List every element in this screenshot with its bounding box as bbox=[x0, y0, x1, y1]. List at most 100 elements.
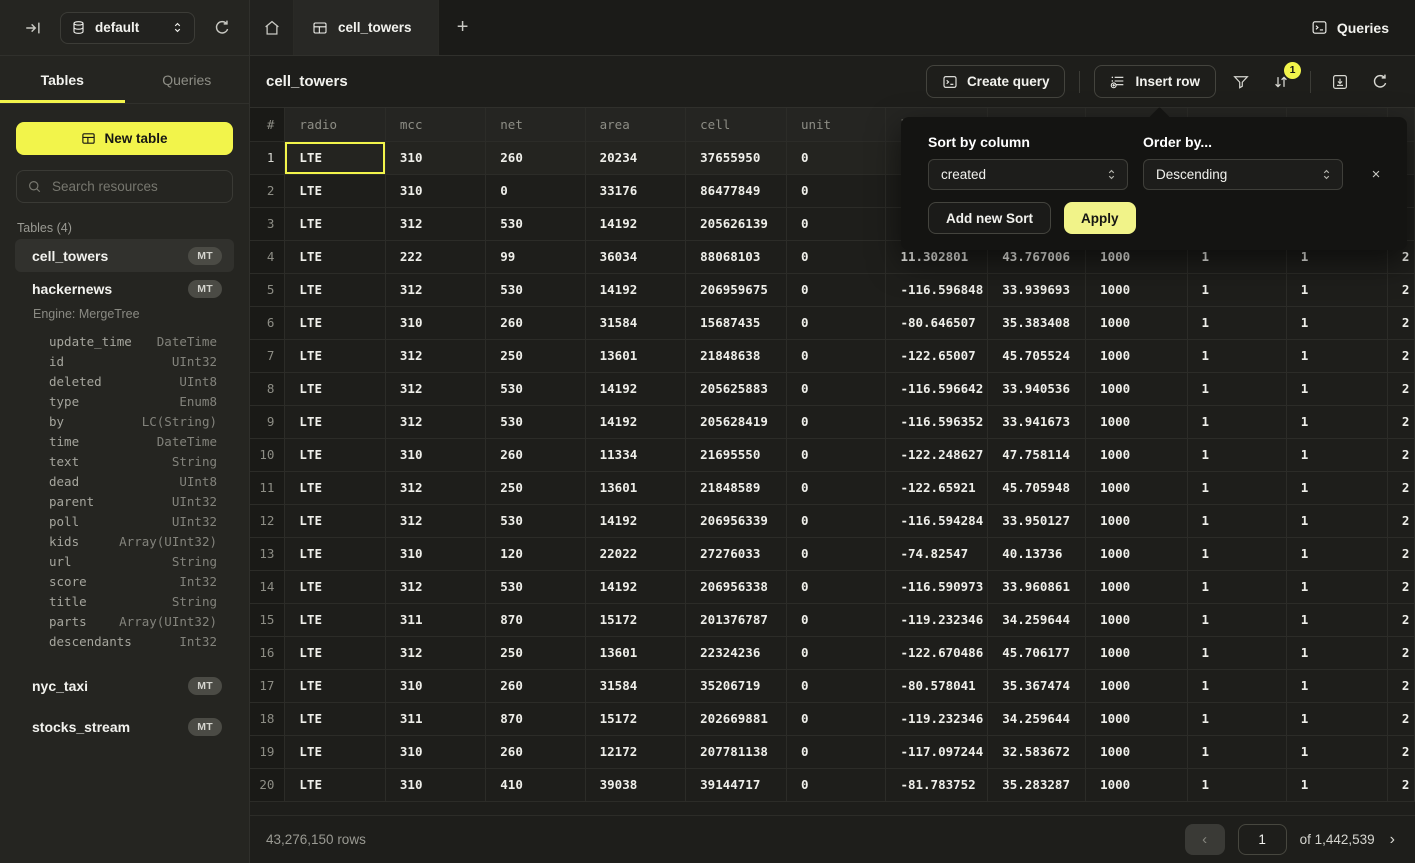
data-cell[interactable]: 39144717 bbox=[686, 768, 787, 801]
data-cell[interactable]: LTE bbox=[285, 207, 386, 240]
data-cell[interactable]: 1 bbox=[1286, 735, 1387, 768]
data-cell[interactable]: 2 bbox=[1387, 405, 1414, 438]
data-cell[interactable]: 1 bbox=[1286, 603, 1387, 636]
data-cell[interactable]: -116.596352 bbox=[886, 405, 988, 438]
data-cell[interactable]: 14192 bbox=[585, 405, 686, 438]
data-cell[interactable]: 310 bbox=[385, 537, 485, 570]
data-cell[interactable]: 2 bbox=[1387, 768, 1414, 801]
data-cell[interactable]: 530 bbox=[486, 207, 585, 240]
data-cell[interactable]: 530 bbox=[486, 504, 585, 537]
data-cell[interactable]: 2 bbox=[1387, 471, 1414, 504]
data-cell[interactable]: 1 bbox=[1187, 702, 1286, 735]
data-cell[interactable]: 260 bbox=[486, 141, 585, 174]
data-cell[interactable]: 250 bbox=[486, 636, 585, 669]
data-cell[interactable]: 20234 bbox=[585, 141, 686, 174]
data-cell[interactable]: 1000 bbox=[1086, 570, 1187, 603]
data-cell[interactable]: 312 bbox=[385, 570, 485, 603]
data-cell[interactable]: 21695550 bbox=[686, 438, 787, 471]
data-cell[interactable]: 205628419 bbox=[686, 405, 787, 438]
data-cell[interactable]: 310 bbox=[385, 669, 485, 702]
data-cell[interactable]: 0 bbox=[786, 240, 885, 273]
data-cell[interactable]: 27276033 bbox=[686, 537, 787, 570]
data-cell[interactable]: 1 bbox=[1286, 669, 1387, 702]
data-cell[interactable]: 1 bbox=[1187, 768, 1286, 801]
data-cell[interactable]: 0 bbox=[786, 471, 885, 504]
data-cell[interactable]: -74.82547 bbox=[886, 537, 988, 570]
data-cell[interactable]: 310 bbox=[385, 438, 485, 471]
data-cell[interactable]: 311 bbox=[385, 702, 485, 735]
data-cell[interactable]: 45.706177 bbox=[988, 636, 1086, 669]
new-table-button[interactable]: New table bbox=[16, 122, 233, 155]
data-cell[interactable]: 14192 bbox=[585, 207, 686, 240]
data-cell[interactable]: 1000 bbox=[1086, 438, 1187, 471]
data-cell[interactable]: 1 bbox=[1187, 735, 1286, 768]
data-cell[interactable]: LTE bbox=[285, 174, 386, 207]
data-cell[interactable]: 206956339 bbox=[686, 504, 787, 537]
data-cell[interactable]: 410 bbox=[486, 768, 585, 801]
data-cell[interactable]: 207781138 bbox=[686, 735, 787, 768]
data-cell[interactable]: 2 bbox=[1387, 273, 1414, 306]
sidebar-table-item-hackernews[interactable]: hackernewsMT bbox=[15, 272, 234, 305]
data-cell[interactable]: 310 bbox=[385, 735, 485, 768]
data-cell[interactable]: 530 bbox=[486, 273, 585, 306]
sidebar-table-item-stocks_stream[interactable]: stocks_streamMT bbox=[15, 710, 234, 743]
data-cell[interactable]: 1 bbox=[1286, 537, 1387, 570]
data-cell[interactable]: 202669881 bbox=[686, 702, 787, 735]
data-cell[interactable]: 40.13736 bbox=[988, 537, 1086, 570]
database-selector[interactable]: default bbox=[60, 12, 195, 44]
data-cell[interactable]: 11334 bbox=[585, 438, 686, 471]
data-cell[interactable]: 0 bbox=[786, 735, 885, 768]
create-query-button[interactable]: Create query bbox=[926, 65, 1066, 98]
data-cell[interactable]: 1 bbox=[1286, 306, 1387, 339]
refresh-databases-button[interactable] bbox=[209, 15, 235, 41]
data-cell[interactable]: LTE bbox=[285, 438, 386, 471]
data-cell[interactable]: 32.583672 bbox=[988, 735, 1086, 768]
data-cell[interactable]: 312 bbox=[385, 273, 485, 306]
data-cell[interactable]: 1 bbox=[1286, 339, 1387, 372]
data-cell[interactable]: -119.232346 bbox=[886, 603, 988, 636]
data-cell[interactable]: 530 bbox=[486, 570, 585, 603]
data-cell[interactable]: 45.705524 bbox=[988, 339, 1086, 372]
data-cell[interactable]: 222 bbox=[385, 240, 485, 273]
data-cell[interactable]: -80.578041 bbox=[886, 669, 988, 702]
data-cell[interactable]: 250 bbox=[486, 471, 585, 504]
data-cell[interactable]: 1 bbox=[1187, 306, 1286, 339]
data-cell[interactable]: 15172 bbox=[585, 702, 686, 735]
data-cell[interactable]: 312 bbox=[385, 372, 485, 405]
data-cell[interactable]: LTE bbox=[285, 339, 386, 372]
data-cell[interactable]: 2 bbox=[1387, 504, 1414, 537]
data-cell[interactable]: 530 bbox=[486, 405, 585, 438]
data-cell[interactable]: 1000 bbox=[1086, 636, 1187, 669]
data-cell[interactable]: -80.646507 bbox=[886, 306, 988, 339]
data-cell[interactable]: 34.259644 bbox=[988, 702, 1086, 735]
sidebar-tab-queries[interactable]: Queries bbox=[125, 56, 250, 103]
tab-cell-towers[interactable]: cell_towers bbox=[294, 0, 439, 55]
data-cell[interactable]: 0 bbox=[786, 141, 885, 174]
data-cell[interactable]: -122.670486 bbox=[886, 636, 988, 669]
data-cell[interactable]: 14192 bbox=[585, 273, 686, 306]
data-cell[interactable]: 312 bbox=[385, 339, 485, 372]
data-cell[interactable]: -122.248627 bbox=[886, 438, 988, 471]
data-cell[interactable]: 2 bbox=[1387, 570, 1414, 603]
data-cell[interactable]: LTE bbox=[285, 306, 386, 339]
data-cell[interactable]: 0 bbox=[786, 207, 885, 240]
data-cell[interactable]: 1 bbox=[1286, 405, 1387, 438]
data-cell[interactable]: 0 bbox=[486, 174, 585, 207]
data-cell[interactable]: 15172 bbox=[585, 603, 686, 636]
data-cell[interactable]: 1 bbox=[1187, 438, 1286, 471]
data-cell[interactable]: 45.705948 bbox=[988, 471, 1086, 504]
data-cell[interactable]: LTE bbox=[285, 603, 386, 636]
data-cell[interactable]: LTE bbox=[285, 702, 386, 735]
data-cell[interactable]: LTE bbox=[285, 768, 386, 801]
data-cell[interactable]: 1 bbox=[1286, 636, 1387, 669]
data-cell[interactable]: 1 bbox=[1187, 372, 1286, 405]
data-cell[interactable]: -117.097244 bbox=[886, 735, 988, 768]
data-cell[interactable]: 35.283287 bbox=[988, 768, 1086, 801]
data-cell[interactable]: 1 bbox=[1187, 504, 1286, 537]
data-cell[interactable]: 1 bbox=[1187, 537, 1286, 570]
data-cell[interactable]: -116.594284 bbox=[886, 504, 988, 537]
data-cell[interactable]: LTE bbox=[285, 405, 386, 438]
data-cell[interactable]: 1000 bbox=[1086, 603, 1187, 636]
data-cell[interactable]: 22022 bbox=[585, 537, 686, 570]
data-cell[interactable]: -119.232346 bbox=[886, 702, 988, 735]
